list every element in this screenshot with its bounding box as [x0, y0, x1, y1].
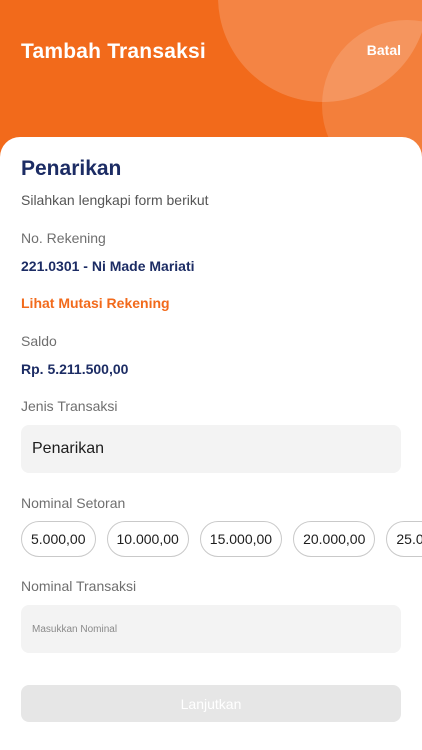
transaction-type-field[interactable]: Penarikan	[21, 425, 401, 473]
nominal-chip[interactable]: 10.000,00	[106, 521, 189, 557]
form-title: Penarikan	[21, 157, 122, 180]
nominal-chip[interactable]: 5.000,00	[21, 521, 96, 557]
nominal-chip[interactable]: 25.000,00	[386, 521, 422, 557]
nominal-preset-list: 5.000,00 10.000,00 15.000,00 20.000,00 2…	[21, 521, 422, 557]
nominal-preset-label: Nominal Setoran	[21, 495, 126, 511]
cancel-button[interactable]: Batal	[367, 42, 401, 58]
page-title: Tambah Transaksi	[21, 40, 206, 63]
balance-value: Rp. 5.211.500,00	[21, 361, 129, 377]
continue-button[interactable]: Lanjutkan	[21, 685, 401, 722]
account-label: No. Rekening	[21, 230, 106, 246]
nominal-input[interactable]	[32, 623, 401, 635]
transaction-type-value: Penarikan	[32, 440, 105, 457]
nominal-label: Nominal Transaksi	[21, 578, 137, 594]
transaction-type-label: Jenis Transaksi	[21, 398, 118, 414]
form-subtitle: Silahkan lengkapi form berikut	[21, 192, 209, 208]
view-mutation-link[interactable]: Lihat Mutasi Rekening	[21, 295, 170, 311]
form-sheet: Penarikan Silahkan lengkapi form berikut…	[0, 137, 422, 750]
nominal-chip[interactable]: 15.000,00	[199, 521, 283, 557]
balance-label: Saldo	[21, 333, 57, 349]
account-value: 221.0301 - Ni Made Mariati	[21, 258, 195, 274]
nominal-chip[interactable]: 20.000,00	[293, 521, 376, 557]
nominal-field[interactable]	[21, 605, 401, 653]
